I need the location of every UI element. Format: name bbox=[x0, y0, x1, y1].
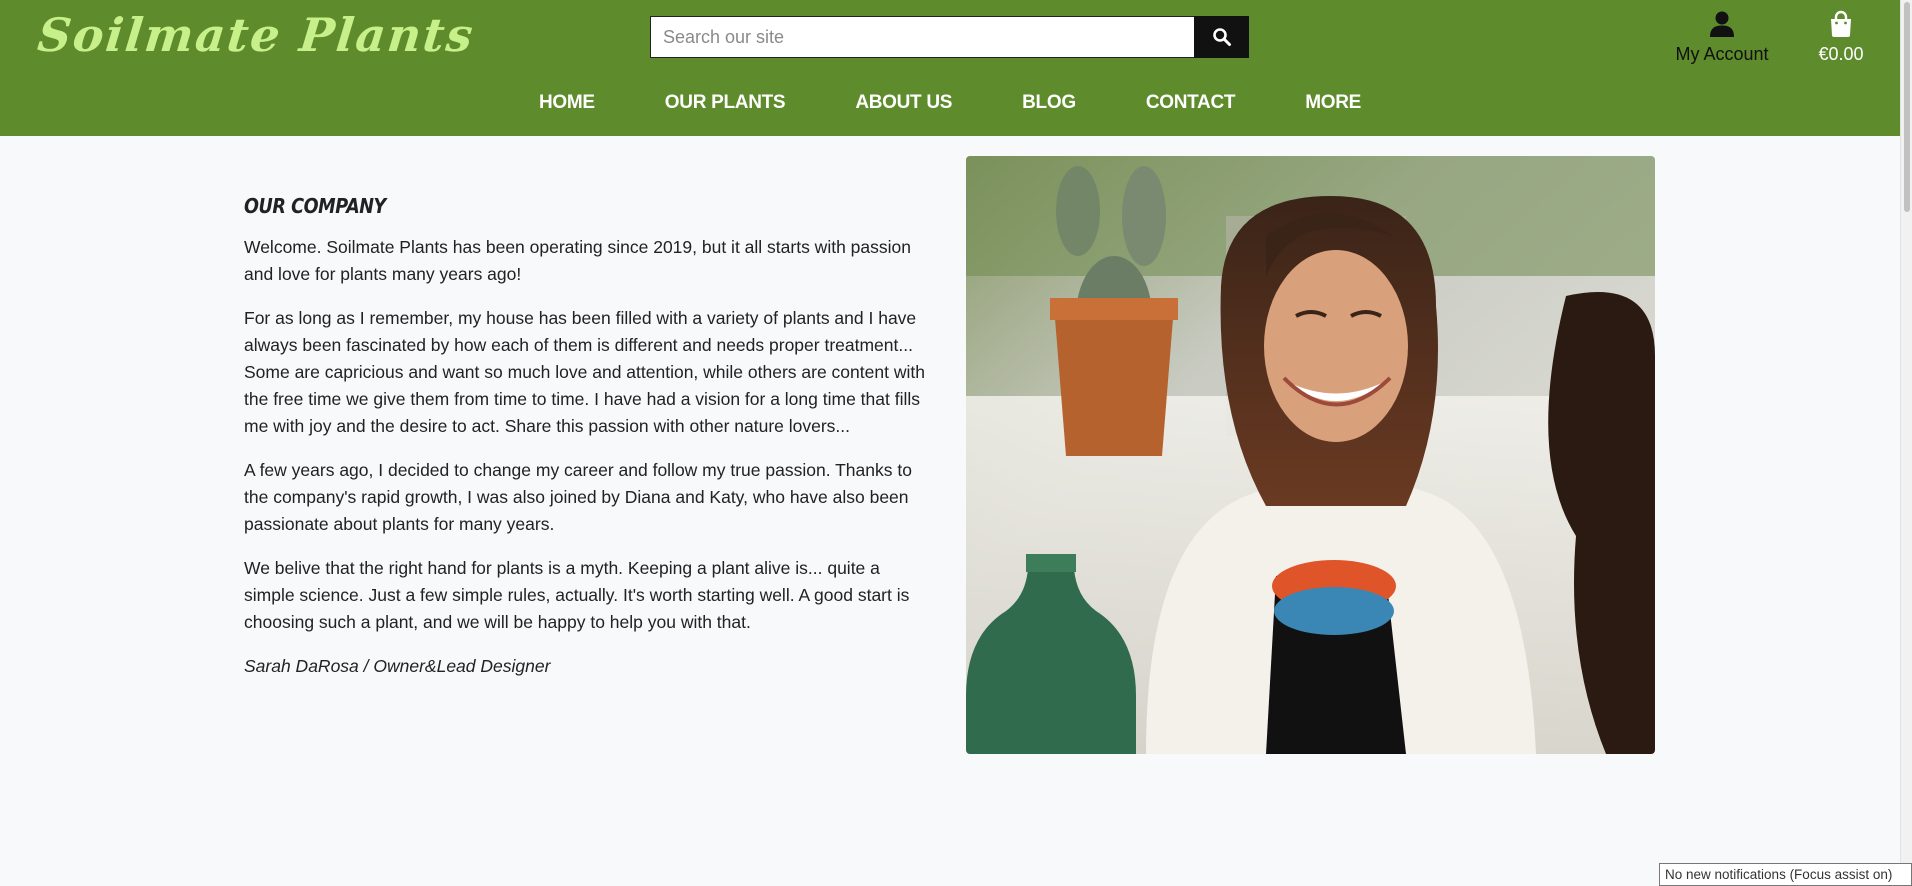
search-bar bbox=[650, 16, 1249, 58]
nav-our-plants[interactable]: OUR PLANTS bbox=[630, 92, 821, 114]
site-logo[interactable]: Soilmate Plants bbox=[35, 8, 477, 62]
user-icon bbox=[1710, 11, 1734, 37]
search-button[interactable] bbox=[1194, 16, 1249, 58]
about-paragraph-1: Welcome. Soilmate Plants has been operat… bbox=[244, 237, 911, 284]
nav-contact[interactable]: CONTACT bbox=[1111, 92, 1270, 114]
scrollbar-thumb[interactable] bbox=[1904, 2, 1910, 212]
about-paragraph-3: A few years ago, I decided to change my … bbox=[244, 460, 912, 534]
main-nav: HOME OUR PLANTS ABOUT US BLOG CONTACT MO… bbox=[0, 92, 1900, 114]
site-header: Soilmate Plants My Account bbox=[0, 0, 1900, 136]
author-signature: Sarah DaRosa / Owner&Lead Designer bbox=[244, 656, 551, 676]
cart-link[interactable]: €0.00 bbox=[1810, 8, 1872, 65]
shopping-bag-icon bbox=[1831, 10, 1851, 37]
system-notification[interactable]: No new notifications (Focus assist on) bbox=[1659, 863, 1912, 886]
about-paragraph-2: For as long as I remember, my house has … bbox=[244, 308, 925, 436]
page-scrollbar[interactable] bbox=[1900, 0, 1912, 886]
nav-more[interactable]: MORE bbox=[1270, 92, 1396, 114]
search-input[interactable] bbox=[650, 16, 1194, 58]
cart-total: €0.00 bbox=[1818, 44, 1864, 64]
owner-photo bbox=[966, 156, 1655, 754]
about-paragraph-4: We belive that the right hand for plants… bbox=[244, 558, 910, 632]
nav-blog[interactable]: BLOG bbox=[987, 92, 1111, 114]
my-account-link[interactable]: My Account bbox=[1670, 8, 1774, 65]
my-account-label: My Account bbox=[1675, 44, 1769, 64]
nav-about-us[interactable]: ABOUT US bbox=[820, 92, 987, 114]
nav-home[interactable]: HOME bbox=[504, 92, 630, 114]
section-heading: OUR COMPANY bbox=[244, 194, 386, 218]
search-icon bbox=[1212, 28, 1231, 46]
about-section: OUR COMPANY Welcome. Soilmate Plants has… bbox=[244, 194, 934, 680]
